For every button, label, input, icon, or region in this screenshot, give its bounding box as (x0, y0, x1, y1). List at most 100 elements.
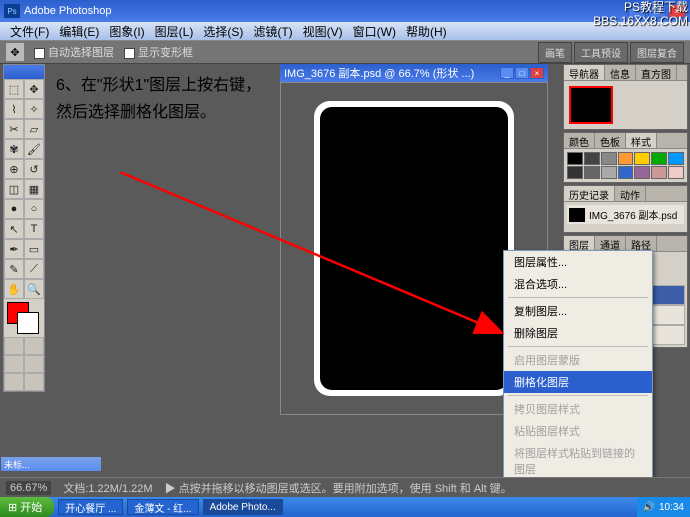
tab-history[interactable]: 历史记录 (564, 186, 615, 201)
doc-maximize-button[interactable]: □ (515, 67, 529, 79)
tab-layers[interactable]: 图层 (564, 236, 595, 251)
style-swatch[interactable] (634, 166, 650, 179)
history-item[interactable]: IMG_3676 副本.psd (567, 205, 684, 224)
screen-mode-1[interactable] (4, 355, 24, 373)
tab-histogram[interactable]: 直方图 (636, 65, 677, 80)
marquee-tool[interactable]: ⬚ (4, 79, 24, 99)
history-brush-tool[interactable]: ↺ (24, 159, 44, 179)
imageready-button[interactable] (24, 373, 44, 391)
menu-copy-style: 拷贝图层样式 (504, 398, 652, 420)
style-swatch[interactable] (584, 152, 600, 165)
canvas[interactable] (314, 101, 514, 396)
hand-tool[interactable]: ✋ (4, 279, 24, 299)
zoom-level[interactable]: 66.67% (6, 481, 51, 495)
crop-tool[interactable]: ✂ (4, 119, 24, 139)
menu-duplicate-layer[interactable]: 复制图层... (504, 300, 652, 322)
options-bar: ✥ 自动选择图层 显示变形框 画笔 工具预设 图层复合 (0, 40, 690, 64)
menu-layer-props[interactable]: 图层属性... (504, 251, 652, 273)
tab-color[interactable]: 颜色 (564, 133, 595, 148)
notes-tool[interactable]: ✎ (4, 259, 24, 279)
brush-tool[interactable]: 🖌 (24, 139, 44, 159)
menu-separator (508, 346, 648, 347)
style-swatch[interactable] (601, 152, 617, 165)
background-color[interactable] (17, 312, 39, 334)
mini-document-window[interactable]: 未标... (1, 457, 101, 477)
blur-tool[interactable]: ● (4, 199, 24, 219)
auto-select-checkbox[interactable]: 自动选择图层 (34, 44, 114, 60)
screen-mode-2[interactable] (24, 355, 44, 373)
style-swatch[interactable] (668, 152, 684, 165)
navigator-panel: 导航器 信息 直方图 (563, 64, 688, 130)
start-button[interactable]: ⊞ 开始 (0, 497, 54, 517)
menu-help[interactable]: 帮助(H) (402, 23, 451, 40)
show-bounds-checkbox[interactable]: 显示变形框 (124, 44, 193, 60)
pen-tool[interactable]: ✒ (4, 239, 24, 259)
doc-minimize-button[interactable]: _ (500, 67, 514, 79)
menu-blend-options[interactable]: 混合选项... (504, 273, 652, 295)
app-titlebar: Ps Adobe Photoshop _ □ × (0, 0, 690, 22)
menu-window[interactable]: 窗口(W) (349, 23, 400, 40)
menu-layer[interactable]: 图层(L) (151, 23, 198, 40)
task-item[interactable]: Adobe Photo... (203, 499, 283, 515)
menu-select[interactable]: 选择(S) (199, 23, 247, 40)
menu-delete-layer[interactable]: 删除图层 (504, 322, 652, 344)
eyedropper-tool[interactable]: ⟋ (24, 259, 44, 279)
heal-tool[interactable]: ✾ (4, 139, 24, 159)
menu-image[interactable]: 图象(I) (105, 23, 148, 40)
menu-edit[interactable]: 编辑(E) (55, 23, 103, 40)
menu-file[interactable]: 文件(F) (6, 23, 53, 40)
doc-size: 文档:1.22M/1.22M (63, 480, 152, 496)
lasso-tool[interactable]: ⌇ (4, 99, 24, 119)
style-swatch[interactable] (618, 152, 634, 165)
document-title: IMG_3676 副本.psd @ 66.7% (形状 ...) (284, 65, 474, 81)
tab-tool-presets[interactable]: 工具预设 (574, 42, 628, 63)
stamp-tool[interactable]: ⊕ (4, 159, 24, 179)
gradient-tool[interactable]: ▦ (24, 179, 44, 199)
style-swatch[interactable] (651, 166, 667, 179)
path-tool[interactable]: ↖ (4, 219, 24, 239)
style-swatch[interactable] (567, 152, 583, 165)
wand-tool[interactable]: ✧ (24, 99, 44, 119)
standard-mode-button[interactable] (4, 337, 24, 355)
style-swatch[interactable] (601, 166, 617, 179)
navigator-thumbnail[interactable] (569, 86, 613, 124)
screen-mode-3[interactable] (4, 373, 24, 391)
slice-tool[interactable]: ▱ (24, 119, 44, 139)
style-swatch[interactable] (668, 166, 684, 179)
document-titlebar[interactable]: IMG_3676 副本.psd @ 66.7% (形状 ...) _ □ × (280, 64, 548, 82)
tray-icon[interactable]: 🔊 (643, 502, 655, 513)
eraser-tool[interactable]: ◫ (4, 179, 24, 199)
tab-layer-comps[interactable]: 图层复合 (630, 42, 684, 63)
style-swatch[interactable] (567, 166, 583, 179)
tab-info[interactable]: 信息 (605, 65, 636, 80)
color-swatches[interactable] (4, 299, 44, 337)
dodge-tool[interactable]: ○ (24, 199, 44, 219)
task-item[interactable]: 金薄文 - 红... (127, 499, 198, 515)
move-tool[interactable]: ✥ (24, 79, 44, 99)
tab-swatches[interactable]: 色板 (595, 133, 626, 148)
shape-tool[interactable]: ▭ (24, 239, 44, 259)
style-swatch[interactable] (584, 166, 600, 179)
tab-navigator[interactable]: 导航器 (564, 65, 605, 80)
doc-close-button[interactable]: × (530, 67, 544, 79)
tab-brushes[interactable]: 画笔 (538, 42, 572, 63)
type-tool[interactable]: T (24, 219, 44, 239)
task-item[interactable]: 开心餐厅 ... (58, 499, 123, 515)
tab-actions[interactable]: 动作 (615, 186, 646, 201)
status-bar: 66.67% 文档:1.22M/1.22M ▶ 点按并拖移以移动图层或选区。要用… (0, 477, 690, 497)
menu-rasterize-layer[interactable]: 删格化图层 (504, 371, 652, 393)
tab-channels[interactable]: 通道 (595, 236, 626, 251)
style-swatch[interactable] (651, 152, 667, 165)
menu-filter[interactable]: 滤镜(T) (249, 23, 296, 40)
tab-styles[interactable]: 样式 (626, 133, 657, 148)
style-swatch[interactable] (634, 152, 650, 165)
quickmask-mode-button[interactable] (24, 337, 44, 355)
system-tray[interactable]: 🔊 10:34 (637, 497, 690, 517)
zoom-tool[interactable]: 🔍 (24, 279, 44, 299)
style-swatch[interactable] (618, 166, 634, 179)
ps-icon: Ps (4, 4, 20, 18)
menu-view[interactable]: 视图(V) (299, 23, 347, 40)
menu-separator (508, 395, 648, 396)
toolbox-titlebar[interactable] (4, 65, 44, 79)
tab-paths[interactable]: 路径 (626, 236, 657, 251)
